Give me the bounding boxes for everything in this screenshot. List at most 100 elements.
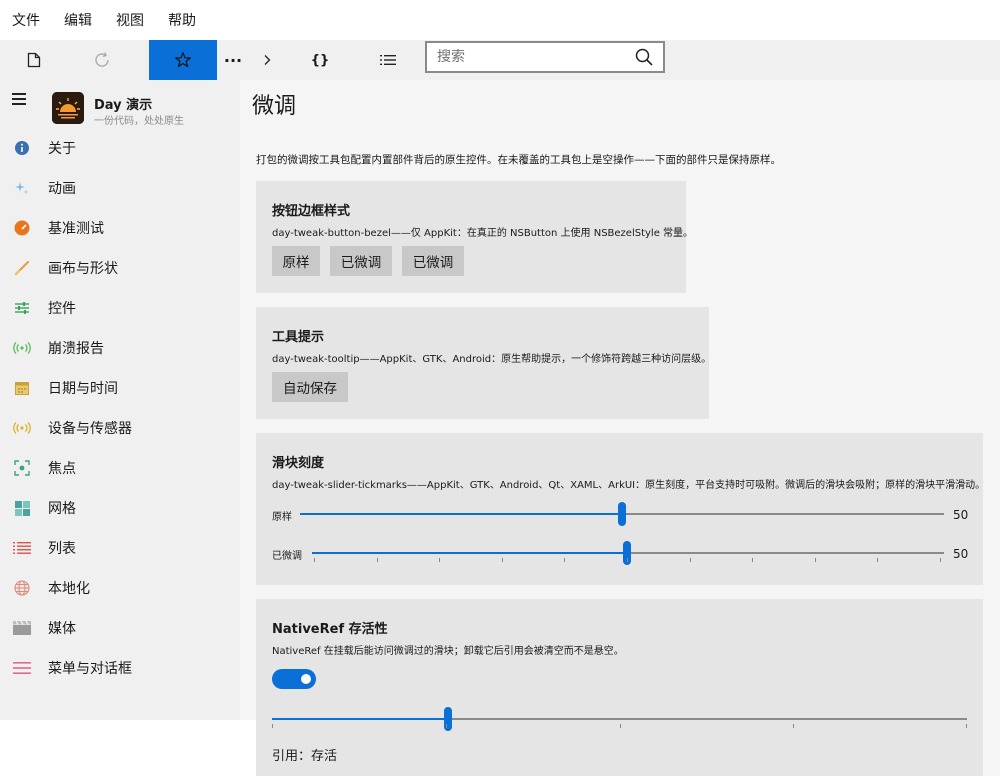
slider-thumb[interactable] — [618, 502, 626, 526]
button-as-is[interactable]: 原样 — [272, 246, 320, 276]
slider-tick — [940, 558, 941, 562]
new-document-icon — [27, 52, 41, 68]
sidebar-item-list[interactable]: 列表 — [0, 528, 240, 568]
sidebar-item-canvas-shapes[interactable]: 画布与形状 — [0, 248, 240, 288]
slider-tick — [966, 724, 967, 728]
sidebar-item-label: 菜单与对话框 — [48, 661, 132, 677]
card-description: NativeRef 在挂载后能访问微调过的滑块；卸载它后引用会被清空而不是悬空。 — [272, 646, 624, 657]
search-box[interactable] — [425, 41, 665, 73]
app-subtitle: 一份代码，处处原生 — [94, 116, 184, 127]
more-icon[interactable]: ··· — [220, 40, 246, 80]
slider-tick — [272, 724, 273, 728]
card-tooltip: 工具提示 day-tweak-tooltip——AppKit、GTK、Andro… — [256, 307, 711, 419]
slider-tick — [501, 558, 503, 562]
broadcast-icon — [13, 339, 31, 357]
search-icon[interactable] — [635, 48, 653, 66]
slider-tick — [620, 724, 621, 728]
menu-help[interactable]: 帮助 — [168, 10, 196, 30]
slider-fill — [312, 552, 627, 554]
sidebar-item-focus[interactable]: 焦点 — [0, 448, 240, 488]
slider-tick — [814, 558, 816, 562]
braces-icon[interactable]: {} — [300, 40, 340, 80]
favorite-button[interactable] — [149, 40, 217, 80]
clapper-icon — [13, 619, 31, 637]
card-title: 工具提示 — [272, 330, 325, 345]
slider-label-tweaked: 已微调 — [272, 551, 302, 562]
new-document-button[interactable] — [14, 40, 54, 80]
sliders-icon — [13, 299, 31, 317]
toolbar: ··· {} — [0, 40, 1000, 80]
gauge-icon — [13, 219, 31, 237]
sidebar-item-label: 画布与形状 — [48, 261, 118, 277]
sidebar-item-about[interactable]: 关于 — [0, 128, 240, 168]
sidebar-item-grid[interactable]: 网格 — [0, 488, 240, 528]
sidebar-item-controls[interactable]: 控件 — [0, 288, 240, 328]
sidebar-item-crash-report[interactable]: 崩溃报告 — [0, 328, 240, 368]
toggle-knob — [301, 674, 311, 684]
mount-toggle[interactable] — [272, 669, 316, 689]
refresh-icon — [95, 52, 109, 67]
button-tweaked-2[interactable]: 已微调 — [402, 246, 464, 276]
hamburger-menu-icon[interactable] — [12, 93, 26, 105]
globe-icon — [13, 579, 31, 597]
slider-tick — [314, 558, 315, 562]
star-icon — [175, 52, 191, 68]
button-tweaked[interactable]: 已微调 — [330, 246, 392, 276]
slider-tick — [564, 558, 566, 562]
page-title: 微调 — [252, 94, 297, 119]
card-description: day-tweak-slider-tickmarks——AppKit、GTK、A… — [272, 480, 986, 491]
menu-file[interactable]: 文件 — [12, 10, 40, 30]
sidebar-item-media[interactable]: 媒体 — [0, 608, 240, 648]
sidebar-item-menus-dialogs[interactable]: 菜单与对话框 — [0, 648, 240, 688]
sparkle-icon — [13, 179, 31, 197]
autosave-button[interactable]: 自动保存 — [272, 372, 348, 402]
brush-icon — [13, 259, 31, 277]
menu-edit[interactable]: 编辑 — [64, 10, 92, 30]
page-description: 打包的微调按工具包配置内置部件背后的原生控件。在未覆盖的工具包上是空操作——下面… — [256, 154, 781, 166]
sidebar-item-label: 崩溃报告 — [48, 341, 104, 357]
card-button-bezel: 按钮边框样式 day-tweak-button-bezel——仅 AppKit：… — [256, 181, 693, 293]
slider-tick — [627, 558, 628, 562]
chevron-right-button[interactable] — [256, 40, 278, 80]
slider-tick — [752, 558, 754, 562]
slider-tick — [689, 558, 691, 562]
list-view-button[interactable] — [368, 40, 408, 80]
card-title: 按钮边框样式 — [272, 204, 351, 219]
card-description: day-tweak-button-bezel——仅 AppKit：在真正的 NS… — [272, 228, 694, 239]
grid-icon — [13, 499, 31, 517]
card-slider-tickmarks: 滑块刻度 day-tweak-slider-tickmarks——AppKit、… — [256, 433, 986, 585]
sidebar-item-benchmark[interactable]: 基准测试 — [0, 208, 240, 248]
sidebar-nav: 关于 动画 基准测试 画布与形状 控件 崩溃报告 日期与时间 设备与传感器 焦点… — [0, 128, 240, 688]
sidebar-item-label: 设备与传感器 — [48, 421, 132, 437]
sidebar-item-label: 控件 — [48, 301, 76, 317]
list-icon — [13, 539, 31, 557]
sidebar-item-localization[interactable]: 本地化 — [0, 568, 240, 608]
sidebar-item-device-sensors[interactable]: 设备与传感器 — [0, 408, 240, 448]
card-title: NativeRef 存活性 — [272, 622, 388, 637]
sidebar-item-label: 日期与时间 — [48, 381, 118, 397]
refresh-button[interactable] — [82, 40, 122, 80]
sidebar-item-label: 网格 — [48, 501, 76, 517]
sensor-icon — [13, 419, 31, 437]
window-bottom-area — [0, 720, 256, 776]
menu-view[interactable]: 视图 — [116, 10, 144, 30]
slider-tick — [439, 558, 441, 562]
sidebar-item-label: 本地化 — [48, 581, 90, 597]
chevron-right-icon — [264, 55, 271, 65]
info-icon — [13, 139, 31, 157]
sidebar-item-date-time[interactable]: 日期与时间 — [0, 368, 240, 408]
search-input[interactable] — [437, 49, 635, 65]
sidebar-item-label: 基准测试 — [48, 221, 104, 237]
sidebar-item-animation[interactable]: 动画 — [0, 168, 240, 208]
menu-bar: 文件 编辑 视图 帮助 — [0, 0, 1000, 40]
app-title: Day 演示 — [94, 98, 153, 113]
calendar-icon — [13, 379, 31, 397]
sidebar-item-label: 动画 — [48, 181, 76, 197]
slider-fill — [272, 718, 446, 720]
focus-icon — [13, 459, 31, 477]
slider-tick — [877, 558, 879, 562]
sidebar-item-label: 关于 — [48, 141, 76, 157]
sidebar-item-label: 媒体 — [48, 621, 76, 637]
main-content: 微调 打包的微调按工具包配置内置部件背后的原生控件。在未覆盖的工具包上是空操作—… — [240, 80, 1000, 776]
sidebar-item-label: 焦点 — [48, 461, 76, 477]
